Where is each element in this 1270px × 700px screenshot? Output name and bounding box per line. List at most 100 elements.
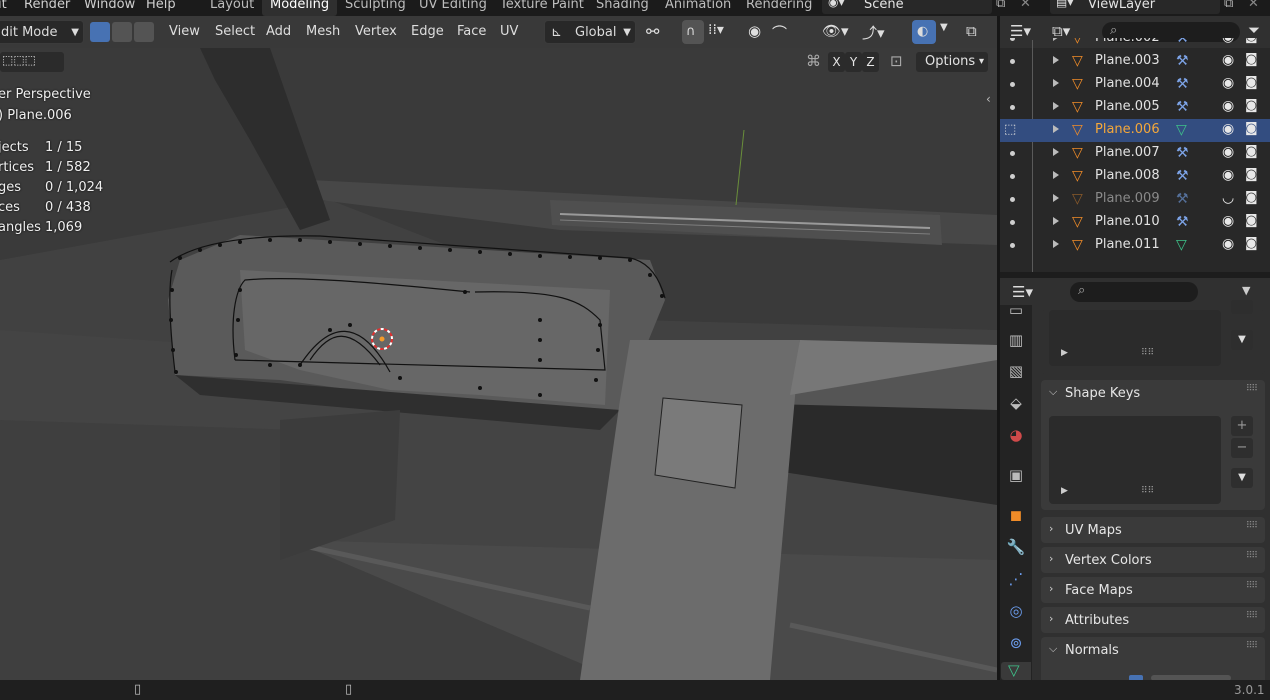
camera-icon[interactable]: ◙: [1245, 190, 1258, 205]
view-layer-tab-icon[interactable]: ⬙: [1006, 393, 1026, 413]
menu-uv[interactable]: UV: [500, 24, 518, 39]
camera-icon[interactable]: ◙: [1245, 167, 1258, 182]
viewlayer-selector[interactable]: ▤▾ ViewLayer: [1050, 0, 1220, 14]
vertex-select-button[interactable]: [90, 22, 110, 42]
world-tab-icon[interactable]: ▣: [1006, 465, 1026, 485]
menu-vertex[interactable]: Vertex: [355, 24, 397, 39]
delete-viewlayer-icon[interactable]: ✕: [1248, 0, 1259, 11]
camera-icon[interactable]: ◙: [1245, 144, 1258, 159]
options-dropdown[interactable]: Options ▾: [916, 52, 988, 72]
outliner-row[interactable]: ⬚ ▽ Plane.006 ▽ ◉ ◙: [1000, 119, 1270, 142]
object-tab-icon[interactable]: ◼: [1006, 505, 1026, 525]
drag-handle-icon[interactable]: ⠿⠿: [1246, 581, 1258, 591]
menu-edge[interactable]: Edge: [411, 24, 444, 39]
menu-view[interactable]: View: [169, 24, 200, 39]
constraints-tab-icon[interactable]: ⊚: [1006, 633, 1026, 653]
specials-menu-button[interactable]: ▼: [1231, 468, 1253, 488]
modifier-icon[interactable]: ⚒: [1176, 99, 1189, 115]
normals-panel[interactable]: ⌵ Normals ⠿⠿: [1041, 637, 1265, 681]
modifier-icon[interactable]: ⚒: [1176, 191, 1189, 207]
face-maps-panel[interactable]: › Face Maps ⠿⠿: [1041, 577, 1265, 603]
tab-rendering[interactable]: Rendering: [738, 0, 820, 16]
modifier-icon[interactable]: ▽: [1176, 237, 1187, 253]
delete-scene-icon[interactable]: ✕: [1020, 0, 1031, 11]
expand-arrow-icon[interactable]: [1053, 148, 1059, 156]
select-mode-tools[interactable]: ⬚⬚⬚: [0, 52, 64, 72]
modifier-icon[interactable]: ⚒: [1176, 38, 1189, 46]
edit-mode-icon[interactable]: ⬚: [1004, 122, 1016, 137]
add-shape-key-button[interactable]: +: [1231, 416, 1253, 436]
drag-handle-icon[interactable]: ⠿⠿: [1246, 641, 1258, 651]
resize-grip-icon[interactable]: ⠿⠿: [1141, 486, 1154, 496]
shape-keys-list[interactable]: ▶ ⠿⠿: [1049, 416, 1221, 504]
expand-arrow-icon[interactable]: [1053, 217, 1059, 225]
modifier-icon[interactable]: ⚒: [1176, 145, 1189, 161]
visibility-dot-icon[interactable]: [1010, 243, 1015, 248]
drag-handle-icon[interactable]: ⠿⠿: [1246, 521, 1258, 531]
camera-icon[interactable]: ◙: [1245, 236, 1258, 251]
attributes-panel[interactable]: › Attributes ⠿⠿: [1041, 607, 1265, 633]
mirror-y-toggle[interactable]: Y: [845, 52, 862, 72]
outliner-row[interactable]: ▽ Plane.002 ⚒ ◉ ◙: [1000, 38, 1270, 50]
expand-icon[interactable]: ▶: [1061, 348, 1068, 358]
object-name[interactable]: Plane.010: [1095, 214, 1160, 229]
object-name[interactable]: Plane.002: [1095, 38, 1160, 45]
particles-tab-icon[interactable]: ⋰: [1006, 569, 1026, 589]
visibility-dot-icon[interactable]: [1010, 174, 1015, 179]
modifier-icon[interactable]: ⚒: [1176, 214, 1189, 230]
expand-arrow-icon[interactable]: [1053, 240, 1059, 248]
object-name[interactable]: Plane.007: [1095, 145, 1160, 160]
visibility-dot-icon[interactable]: [1010, 197, 1015, 202]
tool-tab-icon[interactable]: ▭: [1006, 300, 1026, 320]
vertex-colors-panel[interactable]: › Vertex Colors ⠿⠿: [1041, 547, 1265, 573]
new-scene-icon[interactable]: ⧉: [996, 0, 1005, 11]
tab-animation[interactable]: Animation: [657, 0, 739, 16]
expand-arrow-icon[interactable]: [1053, 102, 1059, 110]
visibility-dot-icon[interactable]: [1010, 151, 1015, 156]
object-name[interactable]: Plane.004: [1095, 76, 1160, 91]
eye-icon[interactable]: ◉: [1222, 52, 1234, 68]
outliner-row[interactable]: ▽ Plane.005 ⚒ ◉ ◙: [1000, 96, 1270, 119]
expand-arrow-icon[interactable]: [1053, 56, 1059, 64]
outliner-row[interactable]: ▽ Plane.011 ▽ ◉ ◙: [1000, 234, 1270, 257]
resize-grip-icon[interactable]: ⠿⠿: [1141, 348, 1154, 358]
visibility-dot-icon[interactable]: [1010, 105, 1015, 110]
expand-arrow-icon[interactable]: [1053, 194, 1059, 202]
tab-sculpting[interactable]: Sculpting: [337, 0, 414, 16]
auto-merge-icon[interactable]: ⊡: [890, 52, 903, 70]
menu-select[interactable]: Select: [215, 24, 255, 39]
menu-window[interactable]: Window: [84, 0, 135, 12]
chevron-down-icon[interactable]: ▼: [940, 22, 948, 33]
object-name[interactable]: Plane.008: [1095, 168, 1160, 183]
outliner-row[interactable]: ▽ Plane.008 ⚒ ◉ ◙: [1000, 165, 1270, 188]
modifier-icon[interactable]: ⚒: [1176, 168, 1189, 184]
object-name[interactable]: Plane.011: [1095, 237, 1160, 252]
transform-orientation-dropdown[interactable]: ⊾ Global ▼: [544, 20, 636, 44]
falloff-icon[interactable]: ⌒: [772, 22, 787, 43]
camera-icon[interactable]: ◙: [1245, 52, 1258, 67]
expand-icon[interactable]: ▶: [1061, 486, 1068, 496]
modifier-icon[interactable]: ⚒: [1176, 76, 1189, 92]
camera-icon[interactable]: ◙: [1245, 213, 1258, 228]
camera-icon[interactable]: ◙: [1245, 75, 1258, 90]
eye-icon[interactable]: ◡: [1222, 190, 1234, 206]
new-viewlayer-icon[interactable]: ⧉: [1224, 0, 1233, 11]
tab-uv-editing[interactable]: UV Editing: [411, 0, 495, 16]
eye-icon[interactable]: ◉: [1222, 98, 1234, 114]
menu-face[interactable]: Face: [457, 24, 486, 39]
modifier-tab-icon[interactable]: 🔧: [1006, 537, 1026, 557]
drag-handle-icon[interactable]: ⠿⠿: [1246, 611, 1258, 621]
visibility-dot-icon[interactable]: [1010, 38, 1015, 41]
menu-render[interactable]: Render: [24, 0, 70, 12]
eye-icon[interactable]: ◉: [1222, 236, 1234, 252]
camera-icon[interactable]: ◙: [1245, 98, 1258, 113]
properties-search-input[interactable]: ⌕: [1070, 282, 1198, 302]
visibility-dot-icon[interactable]: [1010, 59, 1015, 64]
menu-mesh[interactable]: Mesh: [306, 24, 340, 39]
remove-shape-key-button[interactable]: −: [1231, 438, 1253, 458]
face-select-button[interactable]: [134, 22, 154, 42]
pivot-icon[interactable]: ⚯: [646, 22, 659, 41]
menu-help[interactable]: Help: [146, 0, 176, 12]
visibility-icon[interactable]: 👁▾: [822, 22, 849, 40]
data-tab[interactable]: ▽: [1001, 661, 1031, 680]
